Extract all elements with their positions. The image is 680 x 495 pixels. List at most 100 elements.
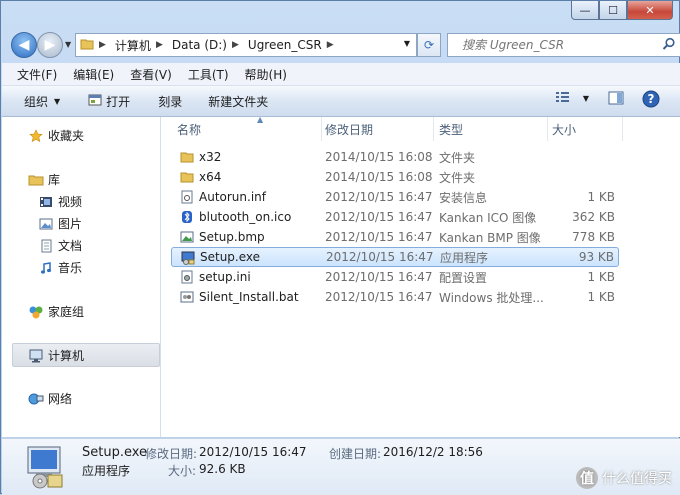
nav-label: 文档 (58, 239, 83, 253)
nav-label: 家庭组 (48, 305, 85, 319)
bmp-file-icon (179, 229, 195, 245)
view-dropdown-arrow-icon: ▼ (582, 94, 589, 103)
details-created-label: 创建日期: (329, 447, 382, 461)
file-date: 2012/10/15 16:47 (325, 230, 433, 244)
address-bar[interactable]: ▶ 计算机 ▶ Data (D:) ▶ Ugreen_CSR ▶ ▼ (75, 33, 417, 57)
watermark-text: 什么值得买 (602, 471, 672, 487)
bluetooth-icon (179, 209, 195, 225)
new-folder-button[interactable]: 新建文件夹 (208, 93, 268, 110)
column-label: 大小 (552, 122, 577, 137)
column-header-date[interactable]: 修改日期 (325, 117, 434, 141)
file-date: 2012/10/15 16:47 (325, 270, 433, 284)
file-date: 2012/10/15 16:47 (325, 210, 433, 224)
search-input[interactable] (460, 37, 664, 53)
nav-item-homegroup[interactable]: 家庭组 (28, 303, 84, 320)
file-row[interactable]: setup.ini 2012/10/15 16:47 配置设置 1 KB (171, 267, 619, 287)
file-date: 2012/10/15 16:47 (325, 190, 433, 204)
refresh-button[interactable]: ⟳ (417, 33, 441, 57)
breadcrumb-computer[interactable]: 计算机 (115, 37, 151, 54)
file-date: 2014/10/15 16:08 (325, 150, 433, 164)
burn-button[interactable]: 刻录 (158, 93, 182, 110)
file-size: 362 KB (572, 210, 615, 224)
main-area: 收藏夹 库 视频 图片 文档 音乐 家庭组 计算机 网络 ▲ 名称 修改日期 类… (2, 115, 680, 437)
nav-label: 网络 (48, 392, 73, 406)
back-arrow-icon: ◀ (18, 37, 30, 53)
menu-edit[interactable]: 编辑(E) (65, 66, 122, 83)
window-controls: — ☐ ✕ (571, 1, 673, 20)
preview-pane-icon (608, 91, 624, 109)
nav-item-libraries[interactable]: 库 (28, 171, 60, 188)
menu-file[interactable]: 文件(F) (2, 66, 65, 83)
back-button[interactable]: ◀ (11, 32, 37, 58)
file-row[interactable]: x32 2014/10/15 16:08 文件夹 (171, 147, 619, 167)
view-options-button[interactable]: ▼ (555, 90, 589, 107)
open-button[interactable]: 打开 (88, 93, 130, 110)
nav-item-network[interactable]: 网络 (28, 390, 72, 407)
search-icon[interactable] (662, 37, 676, 54)
breadcrumb-data-drive[interactable]: Data (D:) (172, 38, 227, 52)
help-button[interactable]: ? (642, 90, 660, 111)
nav-item-favorites[interactable]: 收藏夹 (28, 127, 84, 144)
nav-label: 图片 (58, 217, 83, 231)
recent-pages-dropdown[interactable]: ▼ (65, 40, 71, 49)
ini-file-icon (179, 269, 195, 285)
nav-item-documents[interactable]: 文档 (38, 237, 82, 254)
organize-label: 组织 (24, 94, 49, 109)
nav-label: 视频 (58, 195, 83, 209)
chevron-right-icon[interactable]: ▶ (156, 40, 163, 50)
nav-label: 音乐 (58, 261, 83, 275)
nav-label: 库 (48, 173, 61, 187)
file-type: Kankan ICO 图像 (439, 210, 537, 225)
file-row[interactable]: blutooth_on.ico 2012/10/15 16:47 Kankan IC… (171, 207, 619, 227)
file-name: Silent_Install.bat (199, 290, 299, 304)
preview-pane-button[interactable] (608, 90, 624, 109)
column-label: 名称 (177, 122, 202, 137)
file-list: ▲ 名称 修改日期 类型 大小 x32 2014/10/15 16:08 文件夹 x6… (161, 115, 680, 437)
address-history-dropdown[interactable]: ▼ (404, 39, 410, 48)
minimize-button[interactable]: — (571, 1, 599, 20)
breadcrumb-ugreen-csr[interactable]: Ugreen_CSR (248, 38, 322, 52)
file-type: 安装信息 (439, 190, 488, 205)
forward-button[interactable]: ▶ (37, 32, 63, 58)
menu-tools[interactable]: 工具(T) (180, 66, 237, 83)
nav-item-computer[interactable]: 计算机 (28, 347, 84, 364)
column-label: 类型 (439, 122, 464, 137)
file-row[interactable]: Autorun.inf 2012/10/15 16:47 安装信息 1 KB (171, 187, 619, 207)
column-header-name[interactable]: ▲ 名称 (177, 115, 322, 141)
inf-file-icon (179, 189, 195, 205)
bat-file-icon (179, 289, 195, 305)
organize-button[interactable]: 组织 ▼ (24, 93, 60, 110)
menu-view[interactable]: 查看(V) (122, 66, 180, 83)
maximize-button[interactable]: ☐ (599, 1, 627, 20)
setup-exe-icon (180, 250, 196, 266)
chevron-right-icon[interactable]: ▶ (232, 40, 239, 50)
chevron-right-icon[interactable]: ▶ (99, 40, 106, 50)
help-icon: ? (642, 90, 660, 111)
file-row[interactable]: Silent_Install.bat 2012/10/15 16:47 Window… (171, 287, 619, 307)
file-row[interactable]: Setup.exe 2012/10/15 16:47 应用程序 93 KB (171, 247, 619, 267)
file-type: 配置设置 (439, 270, 488, 285)
document-icon (38, 238, 54, 254)
watermark-logo-icon: 值 (576, 467, 598, 489)
nav-item-music[interactable]: 音乐 (38, 259, 82, 276)
file-date: 2012/10/15 16:47 (325, 290, 433, 304)
file-type: 应用程序 (440, 250, 489, 265)
music-icon (38, 260, 54, 276)
folder-icon (179, 149, 195, 165)
open-label: 打开 (106, 94, 131, 109)
file-name: setup.ini (199, 270, 251, 284)
file-row[interactable]: x64 2014/10/15 16:08 文件夹 (171, 167, 619, 187)
nav-item-pictures[interactable]: 图片 (38, 215, 82, 232)
video-icon (38, 194, 54, 210)
file-name: x32 (199, 150, 222, 164)
menu-help[interactable]: 帮助(H) (237, 66, 295, 83)
nav-item-videos[interactable]: 视频 (38, 193, 82, 210)
chevron-right-icon[interactable]: ▶ (327, 40, 334, 50)
column-header-type[interactable]: 类型 (439, 117, 548, 141)
close-button[interactable]: ✕ (627, 1, 673, 20)
file-type: 文件夹 (439, 170, 476, 185)
setup-exe-large-icon (22, 443, 68, 492)
file-row[interactable]: Setup.bmp 2012/10/15 16:47 Kankan BMP 图像 77… (171, 227, 619, 247)
column-header-size[interactable]: 大小 (552, 117, 623, 141)
file-name: Setup.exe (200, 250, 261, 264)
